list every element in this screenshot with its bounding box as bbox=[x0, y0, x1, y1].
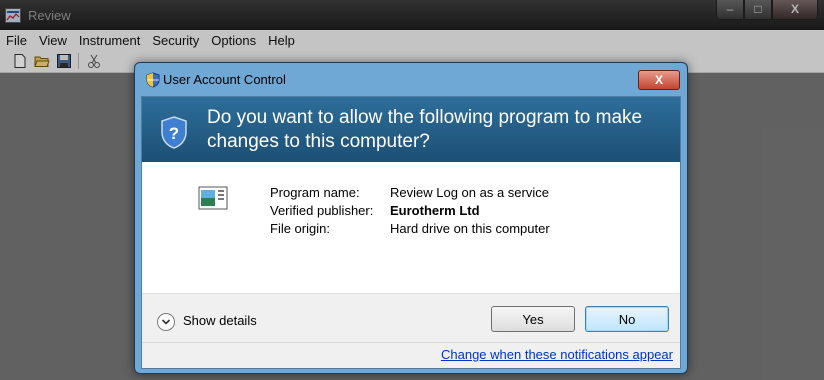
dialog-header: ? Do you want to allow the following pro… bbox=[142, 97, 680, 162]
chevron-down-icon[interactable] bbox=[157, 313, 175, 331]
no-button[interactable]: No bbox=[585, 306, 669, 332]
svg-text:?: ? bbox=[169, 124, 179, 143]
uac-dialog: User Account Control X ? Do you want to … bbox=[134, 62, 688, 374]
show-details-toggle[interactable]: Show details bbox=[183, 313, 257, 328]
dialog-title: User Account Control bbox=[163, 72, 286, 87]
uac-question: Do you want to allow the following progr… bbox=[207, 107, 643, 152]
publisher-value: Eurotherm Ltd bbox=[390, 203, 480, 218]
footer-divider bbox=[142, 342, 680, 343]
publisher-label: Verified publisher: bbox=[270, 203, 374, 218]
dialog-body: ? Do you want to allow the following pro… bbox=[141, 96, 681, 369]
dialog-footer: Show details Yes No Change when these no… bbox=[142, 293, 680, 368]
yes-button[interactable]: Yes bbox=[491, 306, 575, 332]
file-origin-value: Hard drive on this computer bbox=[390, 221, 550, 236]
program-name-value: Review Log on as a service bbox=[390, 185, 549, 200]
program-name-label: Program name: bbox=[270, 185, 360, 200]
dialog-close-button[interactable]: X bbox=[638, 70, 680, 90]
question-shield-icon: ? bbox=[161, 116, 187, 149]
file-origin-label: File origin: bbox=[270, 221, 330, 236]
program-icon bbox=[198, 186, 228, 210]
notification-settings-link[interactable]: Change when these notifications appear bbox=[441, 347, 673, 362]
program-info-values: Review Log on as a service Eurotherm Ltd… bbox=[390, 184, 550, 238]
uac-shield-icon bbox=[146, 72, 160, 88]
program-info-labels: Program name: Verified publisher: File o… bbox=[270, 184, 373, 238]
